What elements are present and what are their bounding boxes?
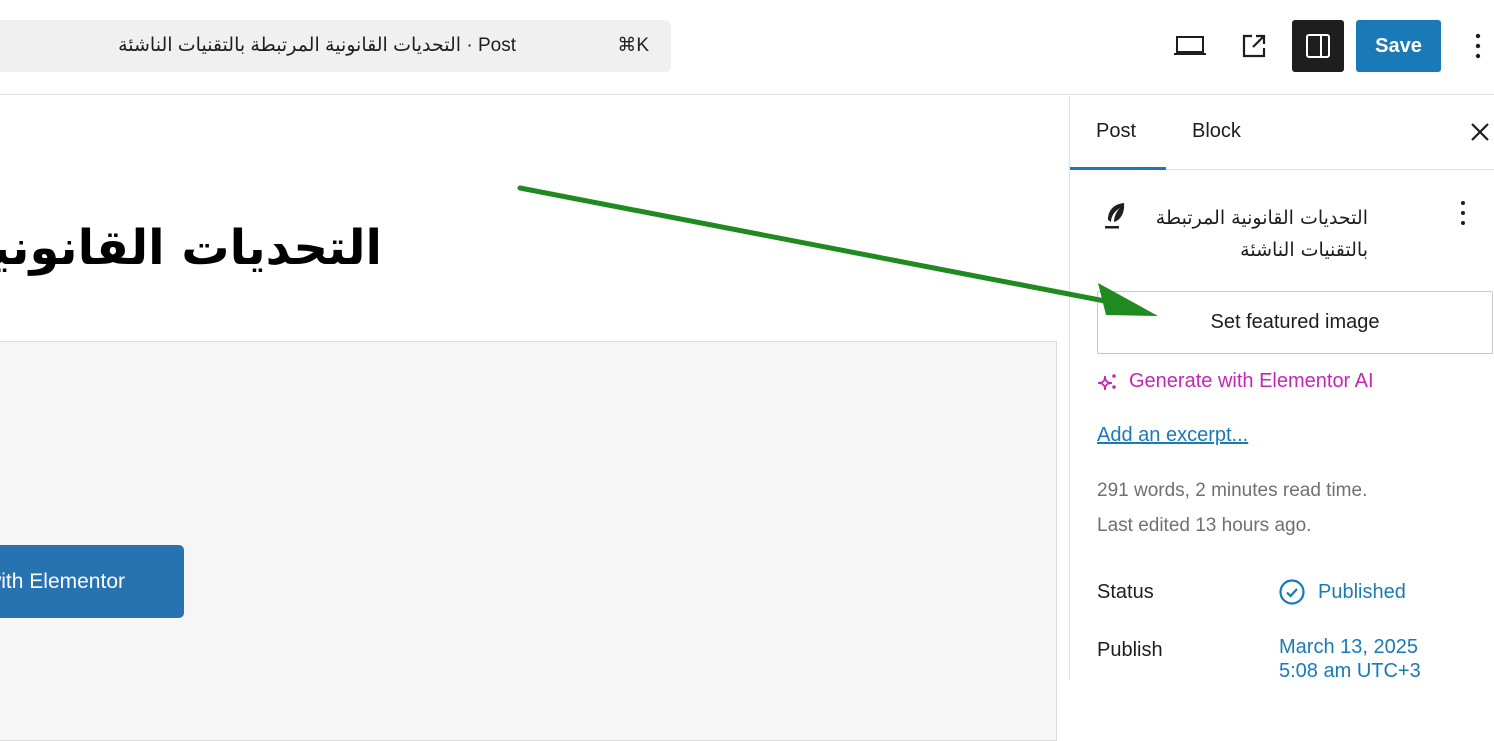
set-featured-image-button[interactable]: Set featured image xyxy=(1097,291,1493,354)
word-count: 291 words, 2 minutes read time. xyxy=(1097,480,1368,501)
close-icon xyxy=(1471,123,1489,141)
settings-panel-toggle[interactable] xyxy=(1292,20,1344,72)
desktop-view-icon xyxy=(1174,36,1206,55)
tab-block[interactable]: Block xyxy=(1192,120,1241,143)
publish-label: Publish xyxy=(1097,639,1163,661)
editor-header: التحديات القانونية المرتبطة بالتقنيات ال… xyxy=(0,0,1494,95)
preview-device-button[interactable] xyxy=(1164,20,1216,72)
shortcut-hint: ⌘K xyxy=(617,35,649,56)
last-edited: Last edited 13 hours ago. xyxy=(1097,515,1312,536)
elementor-placeholder-block xyxy=(0,341,1057,741)
active-tab-indicator xyxy=(1070,167,1166,170)
sidebar-panel-icon xyxy=(1306,34,1330,58)
view-post-button[interactable] xyxy=(1228,20,1280,72)
post-name: التحديات القانونية المرتبطة بالتقنيات ال… xyxy=(1155,207,1368,261)
publish-date: March 13, 2025 xyxy=(1279,636,1418,658)
publish-time: 5:08 am UTC+3 xyxy=(1279,660,1421,682)
settings-sidebar: Post Block التحديات القانونية المرتبطة ب… xyxy=(1069,96,1494,683)
generate-ai-link[interactable]: Generate with Elementor AI xyxy=(1097,370,1374,393)
feather-icon xyxy=(1105,203,1125,229)
status-label: Status xyxy=(1097,581,1154,603)
close-sidebar-button[interactable] xyxy=(1468,120,1492,144)
command-title: التحديات القانونية المرتبطة بالتقنيات ال… xyxy=(118,35,516,56)
sidebar-tabs: Post Block xyxy=(1070,96,1494,170)
published-check-icon xyxy=(1279,579,1305,605)
status-value: Published xyxy=(1318,580,1406,603)
external-link-icon xyxy=(1242,34,1266,58)
add-excerpt-link[interactable]: Add an excerpt... xyxy=(1097,424,1248,447)
generate-ai-label: Generate with Elementor AI xyxy=(1129,370,1374,392)
tab-post[interactable]: Post xyxy=(1096,120,1136,143)
vertical-ellipsis-icon xyxy=(1461,201,1465,225)
status-value-button[interactable]: Published xyxy=(1278,578,1406,606)
options-menu-button[interactable] xyxy=(1463,28,1493,64)
editor-canvas: التحديات القانونية المرتبطة بالتقنيات ال… xyxy=(0,96,1069,741)
command-palette-bar[interactable]: التحديات القانونية المرتبطة بالتقنيات ال… xyxy=(0,20,671,72)
publish-date-button[interactable]: March 13, 2025 5:08 am UTC+3 xyxy=(1279,635,1421,683)
vertical-ellipsis-icon xyxy=(1475,33,1481,59)
save-button[interactable]: Save xyxy=(1356,20,1441,72)
post-actions-button[interactable] xyxy=(1460,200,1466,231)
edit-with-elementor-button[interactable]: Edit with Elementor xyxy=(0,545,184,618)
sparkle-icon xyxy=(1097,373,1116,390)
post-title[interactable]: التحديات القانونية المرتبطة بالتقنيات ال… xyxy=(0,220,382,276)
